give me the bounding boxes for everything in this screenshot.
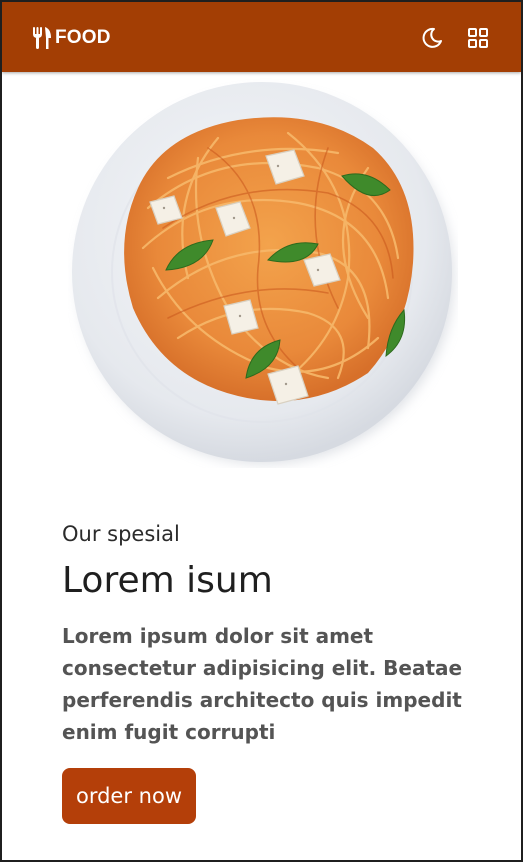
grid-icon <box>468 28 488 48</box>
order-now-button[interactable]: order now <box>62 768 196 824</box>
moon-icon <box>422 27 442 48</box>
hero-title: Lorem isum <box>62 560 273 601</box>
spaghetti-plate-image <box>68 78 458 472</box>
brand-logo[interactable]: FOOD <box>31 26 111 50</box>
hero-description: Lorem ipsum dolor sit amet consectetur a… <box>62 624 463 744</box>
hero-content: Our spesial Lorem isum Lorem ipsum dolor… <box>62 520 482 748</box>
eyebrow-text: Our spesial <box>62 522 180 546</box>
theme-toggle-button[interactable] <box>420 26 444 50</box>
app-frame: FOOD Our spesial Lorem isum Lorem ipsum … <box>0 0 523 862</box>
menu-button[interactable] <box>466 26 490 50</box>
utensils-icon <box>33 27 51 49</box>
brand-name: FOOD <box>55 27 111 48</box>
top-header: FOOD <box>2 2 521 72</box>
